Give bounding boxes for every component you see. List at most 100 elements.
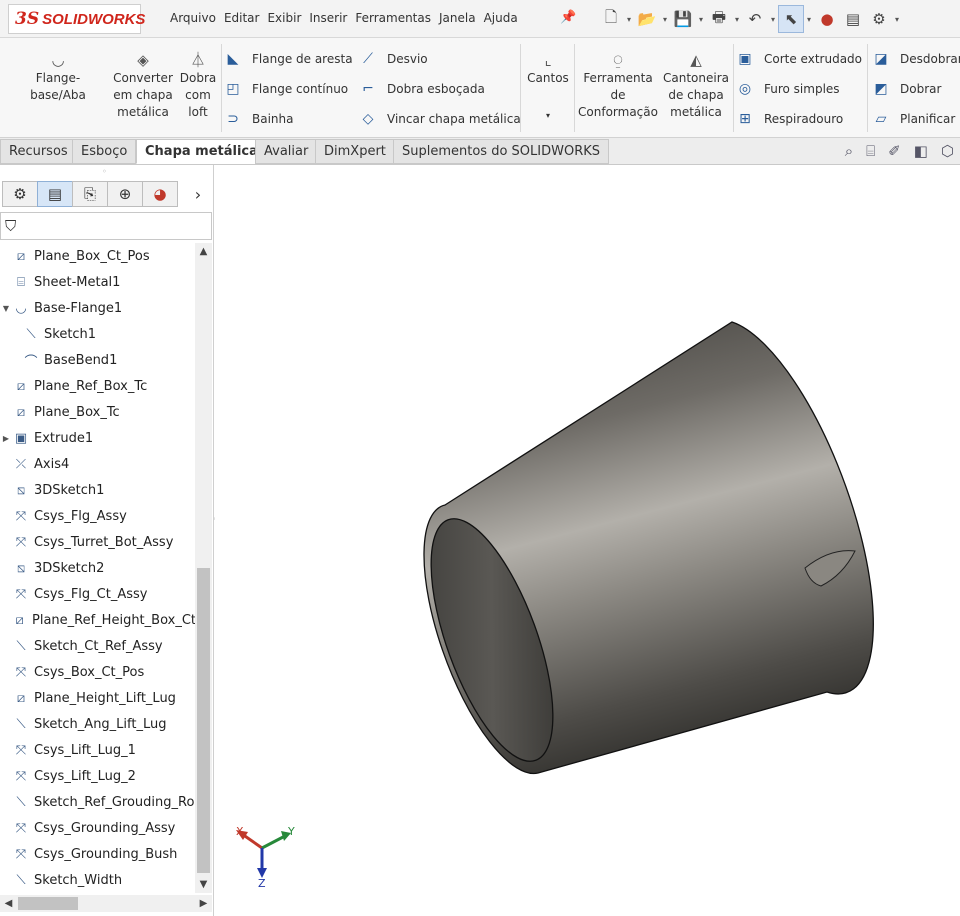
tree-item[interactable]: ⤧ Csys_Flg_Ct_Assy (0, 581, 196, 607)
file-properties-icon[interactable]: ▤ (840, 5, 866, 33)
tree-item[interactable]: ▶ ▣ Extrude1 (0, 425, 196, 451)
expand-down-icon[interactable]: ▼ (0, 304, 12, 313)
tab-avaliar[interactable]: Avaliar (255, 139, 318, 164)
flange-continuo-button[interactable]: ◰ Flange contínuo (222, 76, 348, 102)
scroll-thumb[interactable] (197, 568, 210, 873)
tree-item[interactable]: ⧄ Plane_Ref_Height_Box_Ct (0, 607, 196, 633)
new-document-icon[interactable]: 🗋 (598, 5, 624, 33)
tree-item[interactable]: ⤧ Csys_Grounding_Assy (0, 815, 196, 841)
open-icon[interactable]: 📂 (634, 5, 660, 33)
model-view[interactable]: X Y Z (215, 165, 960, 916)
menu-arquivo[interactable]: Arquivo (170, 11, 216, 25)
dobrar-button[interactable]: ◩ Dobrar (870, 76, 941, 102)
tree-item[interactable]: ⟍ Sketch_Ct_Ref_Assy (0, 633, 196, 659)
pin-menu-icon[interactable]: 📌 (560, 10, 576, 25)
open-dropdown-icon[interactable]: ▾ (660, 15, 670, 24)
menu-exibir[interactable]: Exibir (267, 11, 301, 25)
select-dropdown-icon[interactable]: ▾ (804, 15, 814, 24)
menu-editar[interactable]: Editar (224, 11, 260, 25)
cantos-dropdown-icon[interactable]: ▾ (525, 107, 571, 124)
tree-item[interactable]: ⟍ Sketch_Width (0, 867, 196, 893)
dimxpert-manager-icon[interactable]: ⊕ (107, 181, 143, 207)
menu-inserir[interactable]: Inserir (309, 11, 347, 25)
tree-item[interactable]: ⤧ Csys_Lift_Lug_1 (0, 737, 196, 763)
tree-item[interactable]: ⧅ 3DSketch2 (0, 555, 196, 581)
flange-de-aresta-button[interactable]: ◣ Flange de aresta (222, 46, 353, 72)
cantoneira-button[interactable]: ◭ Cantoneira de chapa metálica (662, 50, 730, 121)
tree-horizontal-scrollbar[interactable]: ◀ ▶ (0, 895, 212, 912)
property-manager-icon[interactable]: ▤ (37, 181, 73, 207)
tab-suplementos[interactable]: Suplementos do SOLIDWORKS (393, 139, 610, 164)
bainha-button[interactable]: ⊃ Bainha (222, 106, 293, 132)
chevron-right-icon[interactable]: › (189, 181, 207, 207)
tree-item[interactable]: ⌒ BaseBend1 (0, 347, 196, 373)
print-icon[interactable]: 🖶 (706, 5, 732, 33)
tab-esboco[interactable]: Esboço (72, 139, 137, 164)
desvio-button[interactable]: ⟋ Desvio (357, 46, 428, 72)
tab-recursos[interactable]: Recursos (0, 139, 77, 164)
tree-item[interactable]: ⌸ Sheet-Metal1 (0, 269, 196, 295)
tree-item[interactable]: ⤧ Csys_Box_Ct_Pos (0, 659, 196, 685)
scroll-left-icon[interactable]: ◀ (0, 895, 17, 912)
feature-manager-icon[interactable]: ⚙ (2, 181, 38, 207)
tree-item[interactable]: ⧅ 3DSketch1 (0, 477, 196, 503)
configuration-manager-icon[interactable]: ⎘ (72, 181, 108, 207)
tab-dimxpert[interactable]: DimXpert (315, 139, 395, 164)
scroll-down-icon[interactable]: ▼ (195, 876, 212, 893)
print-dropdown-icon[interactable]: ▾ (732, 15, 742, 24)
zoom-to-fit-icon[interactable]: ⌕ (845, 142, 853, 160)
previous-view-icon[interactable]: ✐ (888, 142, 901, 160)
cantos-button[interactable]: ⌞ Cantos ▾ (525, 50, 571, 124)
tree-filter[interactable]: ⛉ (0, 212, 212, 240)
tree-item[interactable]: ⤧ Csys_Lift_Lug_2 (0, 763, 196, 789)
panel-grip-icon[interactable]: ◦ (102, 167, 107, 176)
save-icon[interactable]: 💾 (670, 5, 696, 33)
menu-janela[interactable]: Janela (439, 11, 476, 25)
zoom-to-area-icon[interactable]: ⌸ (866, 142, 875, 160)
converter-chapa-button[interactable]: ◈ Converter em chapa metálica (112, 50, 174, 121)
tree-item[interactable]: ⧄ Plane_Height_Lift_Lug (0, 685, 196, 711)
tree-item[interactable]: ⤧ Csys_Turret_Bot_Assy (0, 529, 196, 555)
scroll-thumb[interactable] (18, 897, 78, 910)
flange-base-aba-button[interactable]: ◡ Flange-base/Aba (8, 50, 108, 104)
options-dropdown-icon[interactable]: ▾ (892, 15, 902, 24)
view-orientation-icon[interactable]: ⬡ (941, 142, 954, 160)
menu-ferramentas[interactable]: Ferramentas (355, 11, 431, 25)
respiradouro-button[interactable]: ⊞ Respiradouro (734, 106, 843, 132)
menu-ajuda[interactable]: Ajuda (484, 11, 518, 25)
cylinder-part[interactable] (406, 321, 874, 776)
corte-extrudado-button[interactable]: ▣ Corte extrudado (734, 46, 862, 72)
dobra-com-loft-button[interactable]: ⏃ Dobra com loft (178, 50, 218, 121)
tree-item[interactable]: ⟍ Sketch1 (0, 321, 196, 347)
graphics-area[interactable]: X Y Z (215, 165, 960, 916)
tree-item[interactable]: ⟍ Sketch_Ref_Grouding_Ro (0, 789, 196, 815)
select-icon[interactable]: ⬉ (778, 5, 804, 33)
desdobrar-button[interactable]: ◪ Desdobrar (870, 46, 960, 72)
tree-item[interactable]: ⤫ Axis4 (0, 451, 196, 477)
undo-icon[interactable]: ↶ (742, 5, 768, 33)
expand-right-icon[interactable]: ▶ (0, 434, 12, 443)
tree-item[interactable]: ⧄ Plane_Box_Ct_Pos (0, 243, 196, 269)
tree-item[interactable]: ⤧ Csys_Grounding_Bush (0, 841, 196, 867)
tree-item[interactable]: ⤧ Csys_Flg_Assy (0, 503, 196, 529)
solidworks-logo[interactable]: 3S SOLIDWORKS (8, 4, 145, 34)
scroll-up-icon[interactable]: ▲ (195, 243, 212, 260)
furo-simples-button[interactable]: ◎ Furo simples (734, 76, 840, 102)
display-manager-icon[interactable]: ◕ (142, 181, 178, 207)
tree-item[interactable]: ▼ ◡ Base-Flange1 (0, 295, 196, 321)
section-view-icon[interactable]: ◧ (914, 142, 928, 160)
ferramenta-conformacao-button[interactable]: ⍜ Ferramenta de Conformação (578, 50, 658, 121)
tree-vertical-scrollbar[interactable]: ▲ ▼ (195, 243, 212, 893)
tree-item[interactable]: ⧄ Plane_Box_Tc (0, 399, 196, 425)
dobra-esbocada-button[interactable]: ⌐ Dobra esboçada (357, 76, 485, 102)
options-icon[interactable]: ⚙ (866, 5, 892, 33)
tab-chapa-metalica[interactable]: Chapa metálica (136, 139, 267, 164)
rebuild-icon[interactable]: ● (814, 5, 840, 33)
tree-item[interactable]: ⟍ Sketch_Ang_Lift_Lug (0, 711, 196, 737)
scroll-right-icon[interactable]: ▶ (195, 895, 212, 912)
tree-item[interactable]: ⧄ Plane_Ref_Box_Tc (0, 373, 196, 399)
vincar-chapa-button[interactable]: ◇ Vincar chapa metálica (357, 106, 521, 132)
save-dropdown-icon[interactable]: ▾ (696, 15, 706, 24)
undo-dropdown-icon[interactable]: ▾ (768, 15, 778, 24)
planificar-button[interactable]: ▱ Planificar (870, 106, 956, 132)
